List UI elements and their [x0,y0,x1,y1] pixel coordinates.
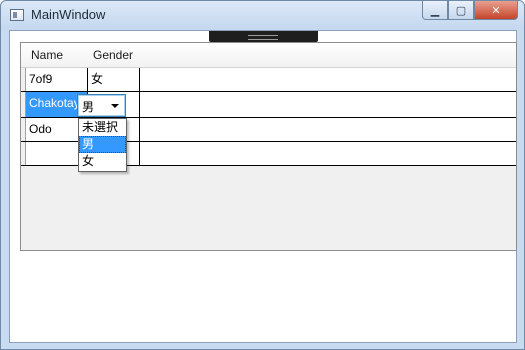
cell-name[interactable]: 7of9 [26,68,88,91]
gender-combobox-value: 男 [82,100,95,114]
gender-combobox[interactable]: 男 [77,94,126,117]
grid-splitter[interactable] [209,31,318,42]
column-header-name[interactable]: Name [21,43,83,67]
maximize-button[interactable]: ▢ [448,1,474,20]
window-title: MainWindow [31,7,106,22]
client-area: Name Gender 7of9 女 Chakotay Odo 男 未選択 男 … [9,30,517,343]
column-header-row: Name Gender [21,43,516,68]
window-icon[interactable] [10,9,24,21]
dropdown-option-male[interactable]: 男 [79,136,126,153]
close-button[interactable]: ✕ [474,1,518,20]
title-bar[interactable]: MainWindow ▁ ▢ ✕ [1,1,524,30]
dropdown-option-unselected[interactable]: 未選択 [79,119,126,136]
gender-dropdown-list: 未選択 男 女 [78,118,127,172]
caption-buttons: ▁ ▢ ✕ [422,1,518,21]
dropdown-option-female[interactable]: 女 [79,153,126,170]
table-row[interactable]: 7of9 女 [21,68,516,92]
main-window: MainWindow ▁ ▢ ✕ Name Gender 7of9 女 Chak… [0,0,525,350]
column-header-gender[interactable]: Gender [83,43,143,67]
minimize-button[interactable]: ▁ [422,1,448,20]
chevron-down-icon[interactable] [111,104,119,108]
cell-gender[interactable]: 女 [88,68,140,91]
